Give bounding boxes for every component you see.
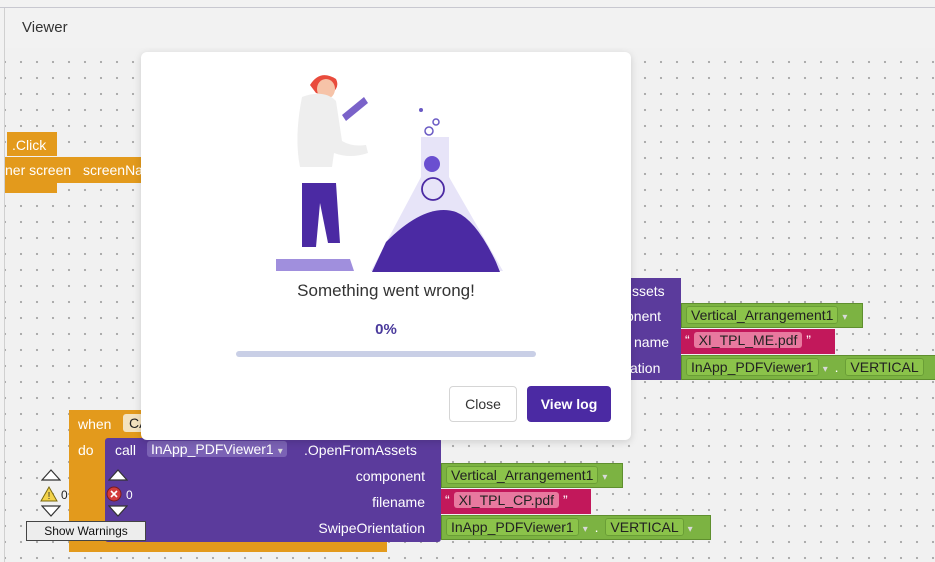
- error-down-arrow-icon[interactable]: [108, 505, 128, 517]
- filename-string-block[interactable]: “ XI_TPL_CP.pdf ”: [441, 489, 591, 514]
- scientist-illustration: [276, 75, 503, 272]
- do-label: do: [78, 442, 94, 458]
- other-screen-block[interactable]: ner screen screenNa: [5, 157, 145, 183]
- top-filename-block[interactable]: “ XI_TPL_ME.pdf ”: [681, 329, 835, 354]
- other-screen-block-tail: [5, 183, 57, 193]
- top-filename-value[interactable]: XI_TPL_ME.pdf: [693, 332, 803, 348]
- top-arrangement-block[interactable]: Vertical_Arrangement1 ▾: [681, 303, 863, 328]
- arrangement-value[interactable]: Vertical_Arrangement1: [446, 466, 599, 484]
- viewer-title: Viewer: [22, 19, 68, 36]
- view-log-button[interactable]: View log: [527, 386, 611, 422]
- call-method-label: .OpenFromAssets: [304, 442, 417, 458]
- viewer-header: Viewer: [4, 8, 935, 48]
- chevron-down-icon[interactable]: ▾: [602, 472, 607, 483]
- viewer-ref[interactable]: InApp_PDFViewer1: [446, 518, 579, 536]
- chevron-down-icon[interactable]: ▾: [278, 446, 283, 457]
- call-component-slot[interactable]: InApp_PDFViewer1 ▾: [147, 441, 287, 457]
- chevron-down-icon[interactable]: ▾: [823, 364, 828, 375]
- warning-count: 0: [61, 488, 68, 502]
- call-open-from-assets-block[interactable]: call InApp_PDFViewer1 ▾ .OpenFromAssets c…: [105, 438, 441, 542]
- click-event-label: .Click: [12, 137, 47, 153]
- when-label: when: [78, 416, 112, 432]
- top-border: [0, 0, 935, 8]
- click-event-block[interactable]: .Click: [7, 132, 57, 156]
- error-icon: [106, 486, 122, 502]
- warning-down-arrow-icon[interactable]: [41, 505, 61, 517]
- quote-open-icon: “: [445, 492, 450, 508]
- progress-bar: [236, 351, 536, 357]
- chevron-down-icon[interactable]: ▾: [688, 524, 693, 535]
- param-component-label: component: [355, 468, 425, 484]
- top-filename-label: name: [634, 334, 670, 350]
- arrangement-block[interactable]: Vertical_Arrangement1 ▾: [441, 463, 623, 488]
- other-screen-label: ner screen: [5, 162, 72, 178]
- quote-close-icon: ”: [806, 332, 811, 348]
- vertical-value[interactable]: VERTICAL: [605, 518, 684, 536]
- top-assets-label: ssets: [632, 283, 665, 299]
- top-orientation-label: ation: [630, 360, 661, 376]
- quote-close-icon: ”: [562, 492, 568, 508]
- top-vertical-value[interactable]: VERTICAL: [845, 358, 924, 376]
- param-swipe-label: SwipeOrientation: [318, 520, 425, 536]
- call-component-name: InApp_PDFViewer1: [151, 441, 274, 457]
- error-message: Something went wrong!: [297, 281, 475, 300]
- error-up-arrow-icon[interactable]: [108, 469, 128, 481]
- show-warnings-button[interactable]: Show Warnings: [26, 521, 146, 541]
- screen-name-label: screenNa: [83, 162, 143, 178]
- top-viewer-ref[interactable]: InApp_PDFViewer1: [686, 358, 819, 376]
- top-component-label: onent: [626, 308, 662, 324]
- orientation-block[interactable]: InApp_PDFViewer1 ▾ . VERTICAL ▾: [441, 515, 711, 540]
- chevron-down-icon[interactable]: ▾: [583, 524, 588, 535]
- warning-up-arrow-icon[interactable]: [41, 469, 61, 481]
- progress-percent: 0%: [375, 321, 397, 338]
- chevron-down-icon[interactable]: ▾: [842, 312, 847, 323]
- top-arrangement-value[interactable]: Vertical_Arrangement1: [686, 306, 839, 324]
- svg-text:!: !: [48, 491, 51, 502]
- quote-open-icon: “: [685, 332, 690, 348]
- dot-separator: .: [834, 359, 839, 375]
- call-label: call: [115, 442, 137, 458]
- param-filename-label: filename: [372, 494, 425, 510]
- close-button[interactable]: Close: [449, 386, 517, 422]
- error-count: 0: [126, 488, 133, 502]
- warning-icon: !: [40, 486, 58, 502]
- top-orientation-block[interactable]: InApp_PDFViewer1 ▾ . VERTICAL: [681, 355, 935, 380]
- filename-value[interactable]: XI_TPL_CP.pdf: [453, 492, 560, 508]
- error-dialog: Something went wrong! 0% Close View log: [141, 52, 631, 440]
- dot-separator: .: [594, 519, 599, 535]
